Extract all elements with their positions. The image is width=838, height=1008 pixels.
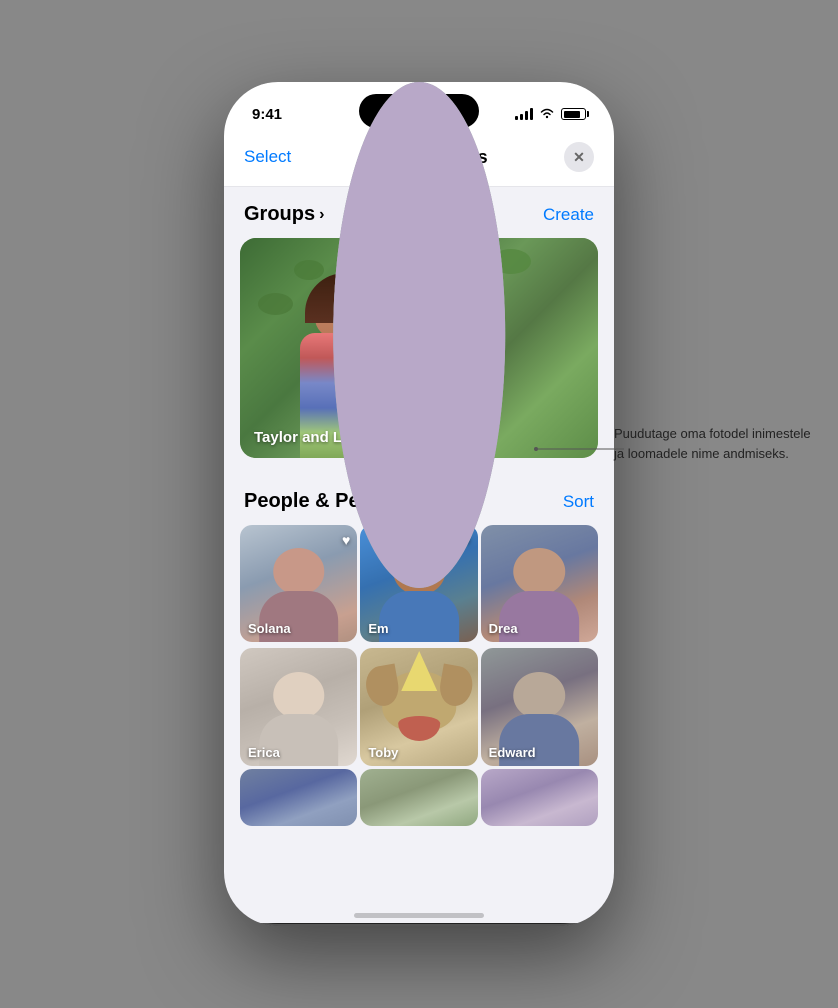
- tooltip-container: Puudutage oma fotodel inimestele ja loom…: [614, 424, 814, 463]
- phone-frame: 9:41 Select People & Pe: [224, 82, 614, 926]
- main-content: Groups › Create: [224, 187, 614, 923]
- tooltip-text: Puudutage oma fotodel inimestele ja loom…: [614, 424, 814, 463]
- home-indicator: [354, 913, 484, 918]
- partial-row: [224, 766, 614, 826]
- partial-person-3[interactable]: [481, 769, 598, 826]
